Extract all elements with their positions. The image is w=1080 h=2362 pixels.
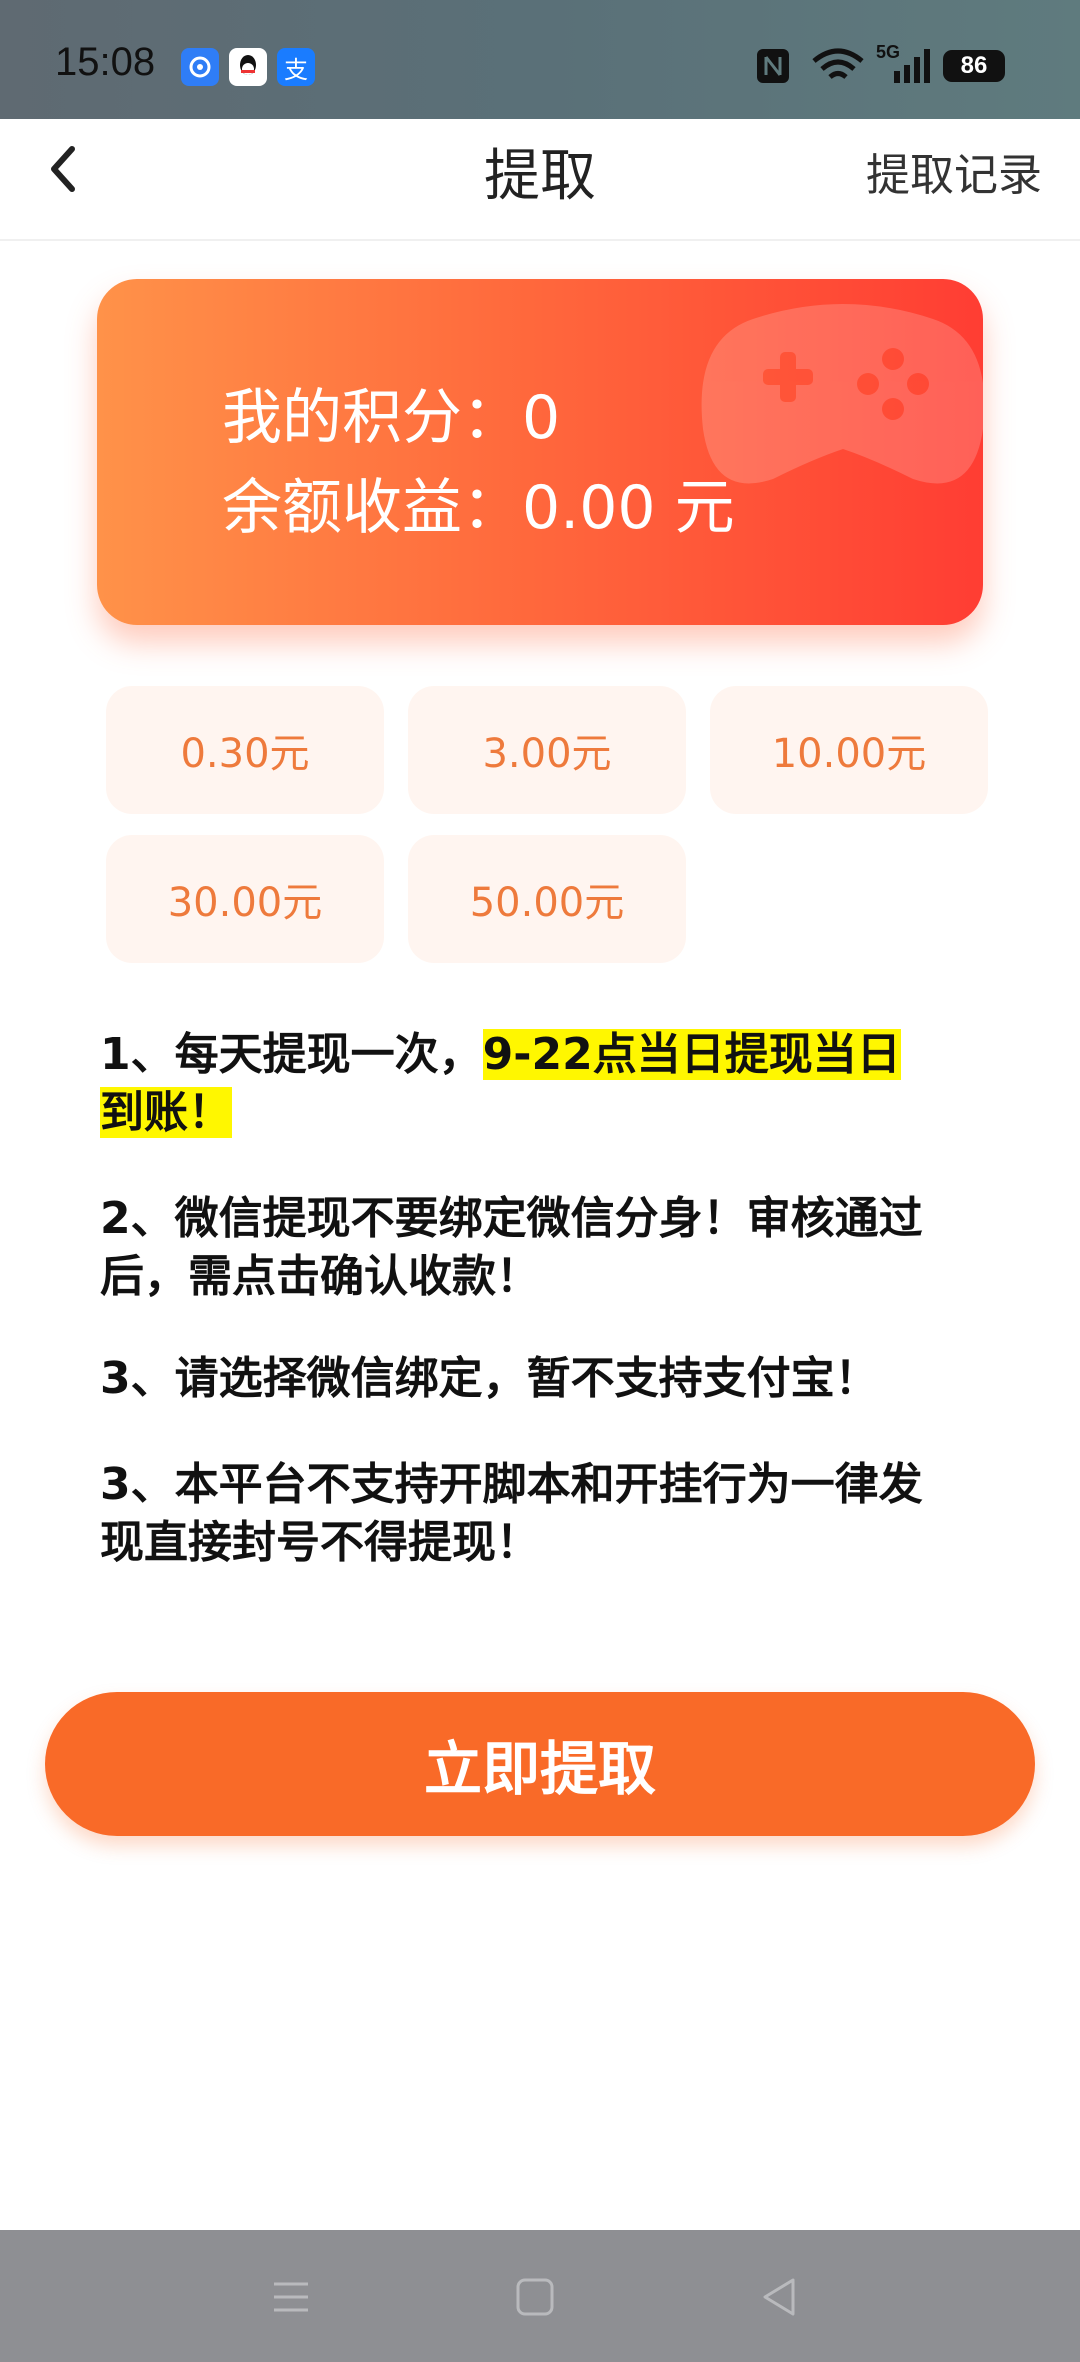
nfc-icon (757, 49, 789, 83)
points-row: 我的积分：0 (222, 369, 560, 456)
points-card: 我的积分：0 余额收益：0.00 元 (97, 279, 983, 625)
amount-option-3.00[interactable]: 3.00元 (408, 686, 686, 814)
note-2: 2、微信提现不要绑定微信分身！审核通过后，需点击确认收款！ (100, 1193, 923, 1302)
note-3: 3、请选择微信绑定，暂不支持支付宝！ (100, 1353, 879, 1404)
back-icon[interactable] (755, 2272, 805, 2322)
gamepad-icon (701, 304, 983, 484)
pinwheel-app-icon (181, 48, 219, 86)
points-label: 我的积分： (222, 383, 522, 453)
note-1-highlight: 9-22点当日提现当日 (482, 1029, 901, 1080)
menu-icon[interactable] (266, 2272, 316, 2322)
status-time: 15:08 (55, 40, 156, 84)
note-1-highlight-end: 到账！ (100, 1087, 232, 1138)
amount-option-30.00[interactable]: 30.00元 (106, 835, 384, 963)
amount-option-0.30[interactable]: 0.30元 (106, 686, 384, 814)
signal-icon (894, 49, 930, 83)
alipay-glyph: 支 (284, 55, 308, 84)
points-value: 0 (522, 383, 561, 453)
withdraw-history-link[interactable]: 提取记录 (866, 139, 1042, 203)
status-bar: 15:08 支 5G 86 (0, 0, 1080, 119)
alipay-icon: 支 (277, 48, 315, 86)
nav-header: 提取 提取记录 (0, 119, 1080, 241)
battery-level: 86 (960, 52, 988, 79)
note-1-text: 1、每天提现一次， (100, 1029, 483, 1080)
wifi-icon (812, 48, 864, 79)
amount-option-10.00[interactable]: 10.00元 (710, 686, 988, 814)
qq-icon (229, 48, 267, 86)
balance-label: 余额收益： (222, 473, 522, 543)
withdraw-now-button[interactable]: 立即提取 (45, 1692, 1035, 1836)
battery-indicator: 86 (943, 50, 1005, 82)
balance-row: 余额收益：0.00 元 (222, 459, 735, 546)
balance-value: 0.00 元 (522, 473, 735, 543)
home-icon[interactable] (510, 2272, 560, 2322)
amount-option-50.00[interactable]: 50.00元 (408, 835, 686, 963)
note-1: 1、每天提现一次，9-22点当日提现当日到账！ (100, 1026, 960, 1142)
system-nav-bar (0, 2230, 1080, 2362)
note-4: 3、本平台不支持开脚本和开挂行为一律发现直接封号不得提现！ (100, 1459, 923, 1568)
